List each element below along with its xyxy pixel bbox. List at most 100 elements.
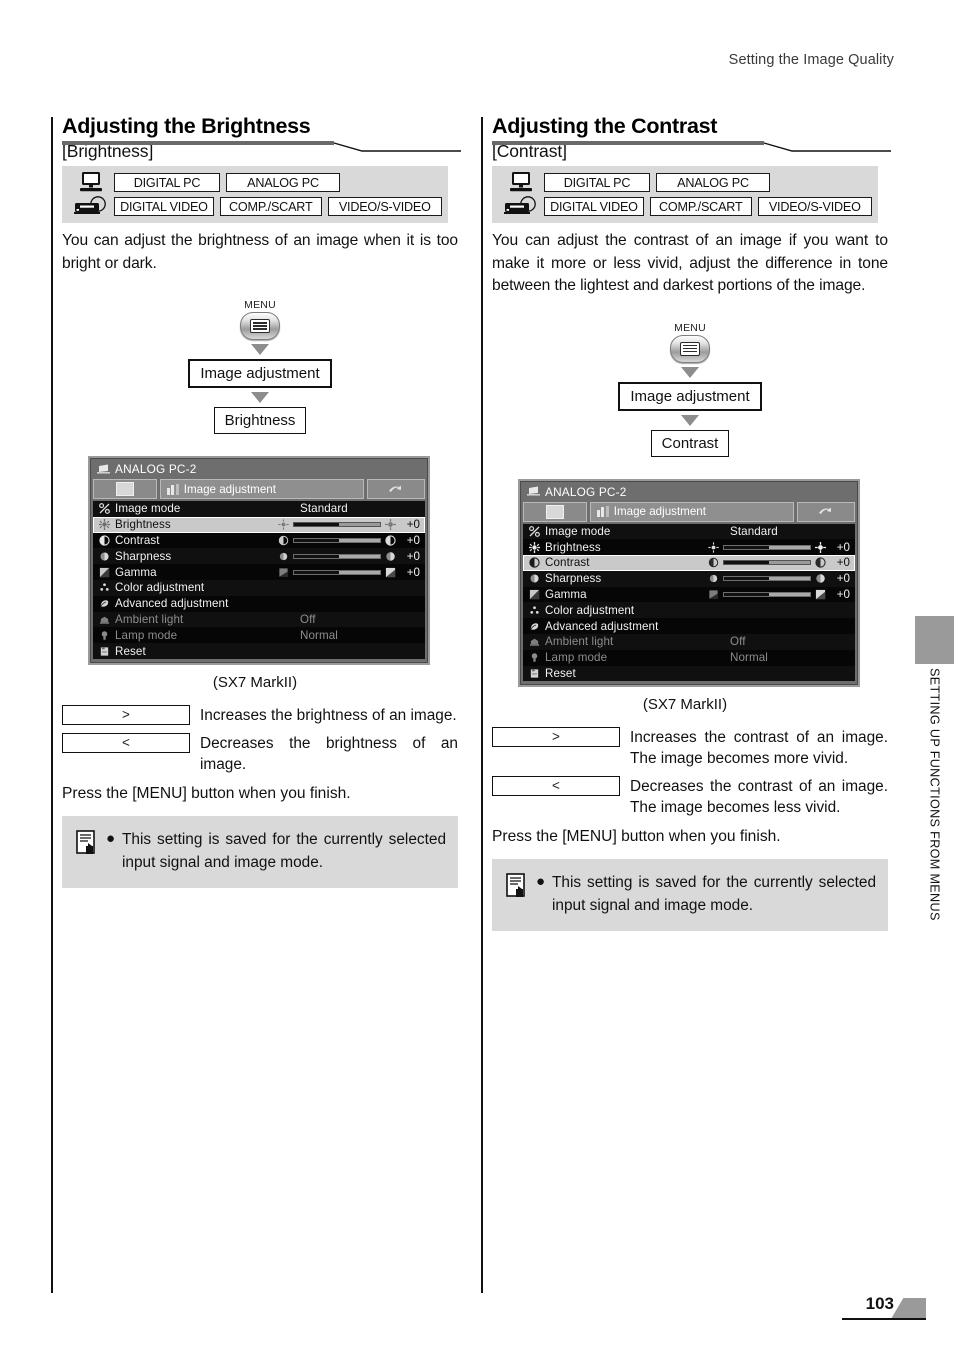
- note-bullet: ●: [536, 873, 546, 891]
- osd-row-contrast[interactable]: Contrast +0: [93, 532, 425, 549]
- monitor-icon-svg: [80, 172, 102, 192]
- osd-gamma-slider[interactable]: +0: [272, 566, 420, 579]
- gamma-icon: [527, 589, 541, 600]
- note-text: This setting is saved for the currently …: [122, 830, 446, 871]
- osd-row-lamp-mode[interactable]: Lamp mode Normal: [93, 627, 425, 644]
- osd-tab-image-adjustment[interactable]: Image adjustment: [590, 501, 794, 522]
- description-contrast: You can adjust the contrast of an image …: [492, 232, 888, 294]
- osd-row-advanced-adjustment[interactable]: Advanced adjustment: [93, 595, 425, 612]
- slider-fill: [724, 577, 769, 581]
- menu-button-icon[interactable]: [670, 334, 710, 363]
- osd-row-image-mode[interactable]: Image mode Standard: [523, 523, 855, 540]
- osd-row-image-mode[interactable]: Image mode Standard: [93, 501, 425, 517]
- key-row-increase: > Increases the contrast of an image. Th…: [492, 727, 888, 769]
- key-row-increase: > Increases the brightness of an image.: [62, 704, 458, 726]
- osd-sharpness-slider[interactable]: +0: [702, 572, 850, 585]
- note-bullet: ●: [106, 829, 116, 847]
- osd-row-advanced-adjustment[interactable]: Advanced adjustment: [523, 618, 855, 635]
- footer-rule: [842, 1318, 926, 1320]
- osd-tab-image-adjustment[interactable]: Image adjustment: [160, 479, 364, 499]
- key-button-left-arrow[interactable]: <: [62, 732, 190, 753]
- slider-track[interactable]: [723, 544, 811, 550]
- sharpness-icon: [527, 573, 541, 584]
- brightness-large-icon: [385, 519, 396, 531]
- badge-digital-video: DIGITAL VIDEO: [544, 196, 644, 216]
- column-rule-center: [481, 117, 483, 1293]
- key-row-decrease: < Decreases the contrast of an image. Th…: [492, 776, 888, 818]
- osd-row-color-adjustment[interactable]: Color adjustment: [523, 602, 855, 619]
- gamma-small-icon: [279, 567, 288, 577]
- osd-gamma-slider[interactable]: +0: [702, 588, 850, 601]
- slider-track[interactable]: [293, 569, 381, 575]
- osd-item-label: Gamma: [545, 588, 587, 602]
- page-subtitle-brightness: [Brightness]: [62, 141, 154, 161]
- menu-button-icon[interactable]: [240, 312, 280, 340]
- monitor-icon-svg: [510, 172, 532, 192]
- slider-track[interactable]: [293, 522, 381, 528]
- running-head: Setting the Image Quality: [728, 52, 894, 68]
- slider-track[interactable]: [723, 576, 811, 582]
- osd-tab-screen[interactable]: [523, 501, 587, 522]
- badge-digital-video: DIGITAL VIDEO: [114, 196, 214, 216]
- video-deck-icon-svg: [74, 196, 106, 214]
- slider-track[interactable]: [723, 560, 811, 566]
- osd-item-label: Lamp mode: [545, 651, 608, 665]
- slider-track[interactable]: [293, 537, 381, 543]
- key-button-right-arrow[interactable]: >: [492, 727, 620, 748]
- osd-item-value: +0: [836, 540, 850, 554]
- page-subtitle-contrast: [Contrast]: [492, 141, 567, 161]
- osd-row-ambient-light[interactable]: Ambient light Off: [523, 634, 855, 650]
- osd-contrast-slider[interactable]: +0: [272, 534, 420, 547]
- contrast-large-icon: [815, 557, 826, 569]
- osd-row-reset[interactable]: Reset: [523, 665, 855, 682]
- osd-row-brightness[interactable]: Brightness +0: [93, 516, 425, 533]
- osd-row-ambient-light[interactable]: Ambient light Off: [93, 611, 425, 628]
- flow-arrow-1: [681, 366, 699, 378]
- manual-page: Setting the Image Quality Adjusting the …: [0, 0, 954, 1352]
- osd-row-gamma[interactable]: Gamma +0: [523, 586, 855, 603]
- osd-row-lamp-mode[interactable]: Lamp mode Normal: [523, 649, 855, 666]
- osd-tab-screen[interactable]: [93, 479, 157, 499]
- osd-brightness-slider[interactable]: +0: [272, 518, 420, 531]
- osd-contrast-slider[interactable]: +0: [702, 556, 850, 569]
- osd-row-gamma[interactable]: Gamma +0: [93, 564, 425, 580]
- osd-signal-title-bar: ANALOG PC-2: [523, 484, 855, 500]
- brightness-small-icon: [708, 542, 719, 553]
- osd-sharpness-slider[interactable]: +0: [272, 550, 420, 563]
- osd-brightness-slider[interactable]: +0: [702, 541, 850, 554]
- osd-row-reset[interactable]: Reset: [93, 643, 425, 659]
- flow-step-image-adjustment: Image adjustment: [618, 381, 762, 411]
- osd-row-sharpness[interactable]: Sharpness +0: [93, 548, 425, 565]
- slider-track[interactable]: [723, 592, 811, 598]
- key-description-list-contrast: > Increases the contrast of an image. Th…: [492, 727, 888, 818]
- slider-track[interactable]: [293, 553, 381, 559]
- osd-menu-list: Image mode Standard Brightness +0 Contra…: [93, 501, 425, 659]
- screen-tab-icon: [546, 504, 564, 519]
- badge-digital-pc: DIGITAL PC: [114, 172, 220, 192]
- osd-tab-install[interactable]: [797, 501, 855, 522]
- signal-compatibility-panel: DIGITAL PC ANALOG PC DIGITAL VIDEO COMP.…: [62, 166, 448, 223]
- screen-tab-icon: [116, 482, 134, 496]
- ambient-light-icon: [97, 614, 111, 625]
- brightness-icon: [527, 541, 541, 553]
- section-heading-block: Adjusting the Contrast [Contrast]: [492, 114, 891, 162]
- flow-arrow-2: [251, 392, 269, 403]
- gamma-large-icon: [815, 589, 826, 600]
- osd-item-value: Normal: [730, 651, 768, 665]
- badge-digital-pc: DIGITAL PC: [544, 172, 650, 192]
- osd-row-sharpness[interactable]: Sharpness +0: [523, 570, 855, 587]
- osd-row-brightness[interactable]: Brightness +0: [523, 539, 855, 556]
- osd-item-value: +0: [406, 549, 420, 563]
- key-button-left-arrow[interactable]: <: [492, 776, 620, 797]
- key-button-right-arrow[interactable]: >: [62, 704, 190, 725]
- osd-row-color-adjustment[interactable]: Color adjustment: [93, 579, 425, 596]
- projector-input-icon: [527, 486, 540, 496]
- osd-item-label: Image mode: [545, 524, 611, 538]
- menu-button-label: MENU: [244, 299, 276, 311]
- osd-row-contrast[interactable]: Contrast +0: [523, 555, 855, 571]
- osd-item-label: Reset: [115, 644, 146, 658]
- osd-item-label: Brightness: [115, 518, 171, 532]
- image-mode-icon: [527, 525, 541, 537]
- slider-fill: [294, 570, 339, 574]
- osd-tab-install[interactable]: [367, 479, 425, 499]
